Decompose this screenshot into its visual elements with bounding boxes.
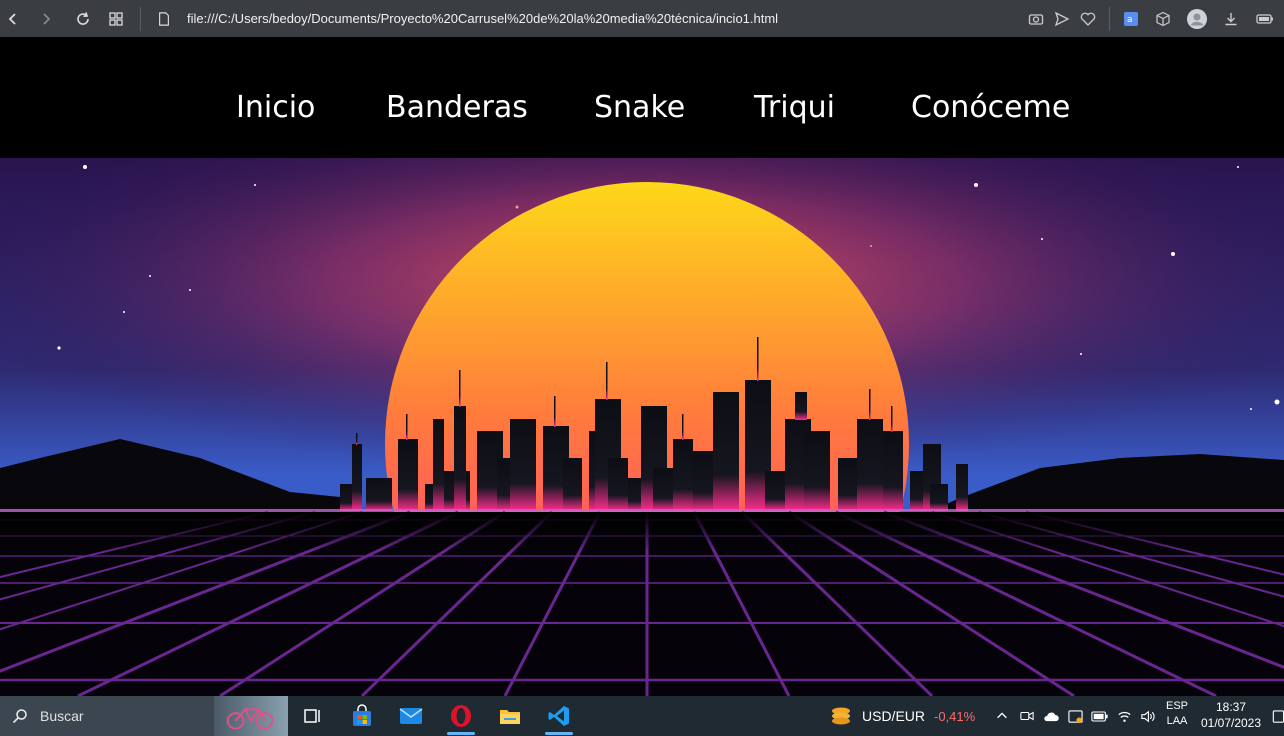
back-icon[interactable] <box>0 0 26 37</box>
currency-label: USD/EUR <box>862 708 926 724</box>
coins-icon <box>828 704 854 728</box>
hero-synthwave-image <box>0 158 1284 696</box>
notification-icon[interactable] <box>1272 696 1284 736</box>
svg-text:a: a <box>1127 15 1133 25</box>
cube-icon[interactable] <box>1150 0 1176 37</box>
clock-time: 18:37 <box>1215 700 1247 714</box>
nav-link-triqui[interactable]: Triqui <box>754 90 835 126</box>
bicycle-search-highlight-icon <box>214 696 288 736</box>
lang-top: ESP <box>1165 700 1188 712</box>
search-placeholder: Buscar <box>40 708 84 724</box>
taskbar-search-box[interactable]: Buscar <box>0 696 288 736</box>
heart-icon[interactable] <box>1075 0 1101 37</box>
meet-now-icon[interactable] <box>1018 696 1036 736</box>
currency-widget[interactable]: USD/EUR -0,41% <box>828 696 975 736</box>
page-icon <box>149 11 179 26</box>
currency-change: -0,41% <box>934 708 976 724</box>
clock-date: 01/07/2023 <box>1200 716 1262 730</box>
battery-icon <box>1252 0 1278 37</box>
language-indicator[interactable]: ESP LAA <box>1164 700 1190 727</box>
vscode-icon[interactable] <box>539 696 579 736</box>
reload-icon[interactable] <box>66 0 99 37</box>
task-view-icon[interactable] <box>292 696 332 736</box>
tabs-grid-icon[interactable] <box>99 0 132 37</box>
browser-toolbar: file:///C:/Users/bedoy/Documents/Proyect… <box>0 0 1284 37</box>
url-text[interactable]: file:///C:/Users/bedoy/Documents/Proyect… <box>187 11 778 26</box>
search-icon <box>12 708 28 724</box>
profile-icon[interactable] <box>1184 0 1210 37</box>
file-explorer-icon[interactable] <box>490 696 530 736</box>
chevron-up-icon[interactable] <box>992 696 1012 736</box>
camera-icon[interactable] <box>1023 0 1049 37</box>
nav-link-conoceme[interactable]: Conóceme <box>911 90 1070 126</box>
nav-link-banderas[interactable]: Banderas <box>386 90 528 126</box>
store-icon[interactable] <box>342 696 382 736</box>
download-icon[interactable] <box>1218 0 1244 37</box>
send-icon[interactable] <box>1049 0 1075 37</box>
site-navbar: Inicio Banderas Snake Triqui Conóceme <box>0 37 1284 158</box>
wifi-icon[interactable] <box>1114 696 1134 736</box>
address-bar[interactable]: file:///C:/Users/bedoy/Documents/Proyect… <box>149 0 1023 37</box>
volume-icon[interactable] <box>1137 696 1157 736</box>
opera-icon[interactable] <box>441 696 481 736</box>
mail-icon[interactable] <box>391 696 431 736</box>
security-icon[interactable] <box>1065 696 1085 736</box>
nav-link-snake[interactable]: Snake <box>594 90 685 126</box>
toolbar-divider <box>140 6 141 31</box>
windows-taskbar: Buscar USD/EUR -0,41% ESP LAA 18:37 01/0… <box>0 696 1284 736</box>
nav-link-inicio[interactable]: Inicio <box>236 90 315 126</box>
forward-icon[interactable] <box>26 0 66 37</box>
cloud-icon[interactable] <box>1040 696 1062 736</box>
toolbar-divider <box>1109 6 1110 31</box>
translate-icon[interactable]: a <box>1118 0 1144 37</box>
clock[interactable]: 18:37 01/07/2023 <box>1198 700 1264 730</box>
battery-tray-icon[interactable] <box>1089 696 1111 736</box>
lang-bottom: LAA <box>1166 715 1188 727</box>
